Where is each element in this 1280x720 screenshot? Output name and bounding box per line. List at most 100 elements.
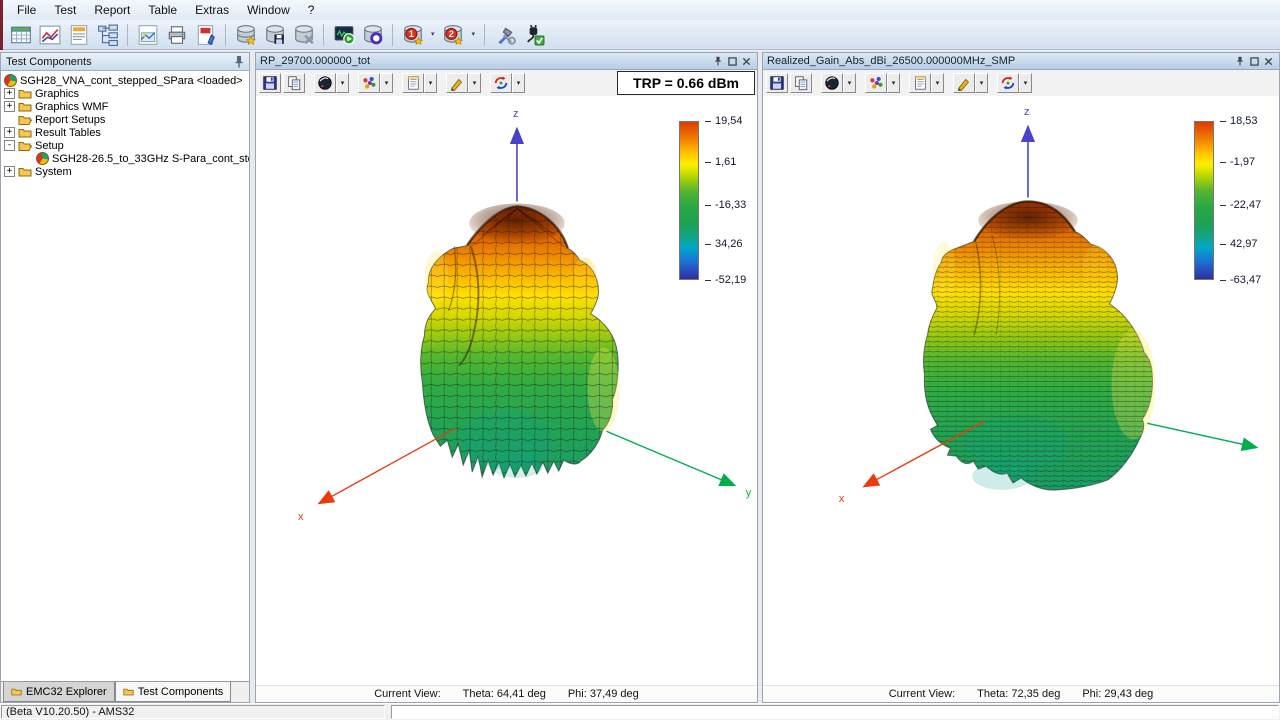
tab-emc32-explorer[interactable]: EMC32 Explorer (3, 682, 115, 702)
z-axis-label: z (1024, 106, 1029, 118)
dropdown-arrow-icon[interactable]: ▾ (1019, 73, 1032, 93)
dropdown-arrow-icon[interactable]: ▾ (468, 73, 481, 93)
save-plot-button[interactable] (766, 73, 788, 93)
db-info-button[interactable] (359, 22, 386, 48)
db-restore-2-button[interactable]: 2 (440, 22, 467, 48)
plot-canvas-rp[interactable]: x y z 19,54 1,61 -16,33 34,26 -52,19 (256, 96, 757, 686)
pin-icon[interactable] (1233, 55, 1247, 68)
colorbar-tick: 34,26 (705, 238, 743, 250)
theta-readout: Theta: 72,35 deg (977, 688, 1060, 700)
expand-icon[interactable]: + (4, 88, 15, 99)
colorbar-tick: -22,47 (1220, 199, 1261, 211)
expand-icon[interactable]: + (4, 166, 15, 177)
graph-view-button[interactable] (36, 22, 63, 48)
colorbar-tick: -16,33 (705, 199, 746, 211)
document-icon (912, 75, 928, 91)
menu-file[interactable]: File (8, 2, 45, 18)
plot-title-bar[interactable]: Realized_Gain_Abs_dBi_26500.000000MHz_SM… (763, 53, 1279, 70)
tab-test-components[interactable]: Test Components (115, 682, 232, 702)
color-settings-button[interactable] (358, 73, 380, 93)
view-3d-button[interactable] (821, 73, 843, 93)
y-axis-label: y (746, 487, 752, 499)
pin-icon[interactable] (234, 55, 244, 69)
menu-window[interactable]: Window (238, 2, 299, 18)
hierarchy-icon (97, 24, 119, 46)
copy-plot-button[interactable] (283, 73, 305, 93)
db-new-button[interactable] (232, 22, 259, 48)
pin-icon[interactable] (711, 55, 725, 68)
dropdown-arrow-icon[interactable]: ▾ (336, 73, 349, 93)
menu-extras[interactable]: Extras (186, 2, 238, 18)
rotate-icon (493, 75, 509, 91)
svg-text:2: 2 (449, 29, 454, 39)
toolbar-separator (225, 24, 226, 46)
version-status: (Beta V10.20.50) - AMS32 (1, 705, 385, 719)
menu-table[interactable]: Table (139, 2, 186, 18)
tree-item-root-test[interactable]: SGH28_VNA_cont_stepped_SPara <loaded> (1, 74, 249, 87)
tree-item-graphics[interactable]: + Graphics (1, 87, 249, 100)
maximize-icon[interactable] (725, 55, 739, 68)
dropdown-arrow-icon[interactable]: ▾ (843, 73, 856, 93)
close-icon[interactable] (1261, 55, 1275, 68)
tree-item-result-tables[interactable]: + Result Tables (1, 126, 249, 139)
tree-item-label: SGH28_VNA_cont_stepped_SPara <loaded> (20, 75, 243, 87)
table-view-button[interactable] (7, 22, 34, 48)
dropdown-arrow-icon[interactable]: ▾ (424, 73, 437, 93)
scale-rotate-button[interactable] (997, 73, 1019, 93)
graphics-view-button[interactable] (134, 22, 161, 48)
close-icon[interactable] (739, 55, 753, 68)
print-button[interactable] (163, 22, 190, 48)
folder-icon (11, 686, 22, 697)
plot-title-bar[interactable]: RP_29700.000000_tot (256, 53, 757, 70)
dropdown-arrow-icon[interactable]: ▾ (428, 22, 438, 48)
copy-plot-button[interactable] (790, 73, 812, 93)
collapse-icon[interactable]: - (4, 140, 15, 151)
report-settings-button[interactable] (909, 73, 931, 93)
tree-item-graphics-wmf[interactable]: + Graphics WMF (1, 100, 249, 113)
color-settings-button[interactable] (865, 73, 887, 93)
connect-device-button[interactable] (520, 22, 547, 48)
marker-button[interactable] (953, 73, 975, 93)
tree-view-button[interactable] (94, 22, 121, 48)
report-settings-button[interactable] (402, 73, 424, 93)
menu-help[interactable]: ? (299, 2, 324, 18)
db-delete-button[interactable] (290, 22, 317, 48)
run-measurement-button[interactable] (330, 22, 357, 48)
db-save-button[interactable] (261, 22, 288, 48)
dropdown-arrow-icon[interactable]: ▾ (469, 22, 479, 48)
tree-item-setup-child[interactable]: SGH28-26.5_to_33GHz S-Para_cont_stepped (1, 152, 249, 165)
menu-test[interactable]: Test (45, 2, 85, 18)
save-plot-button[interactable] (259, 73, 281, 93)
options-button[interactable] (491, 22, 518, 48)
db-restore-1-button[interactable]: 1 (399, 22, 426, 48)
dropdown-arrow-icon[interactable]: ▾ (512, 73, 525, 93)
marker-button[interactable] (446, 73, 468, 93)
svg-text:1: 1 (408, 29, 413, 39)
dropdown-arrow-icon[interactable]: ▾ (931, 73, 944, 93)
pdf-icon (195, 24, 217, 46)
expand-icon[interactable]: + (4, 101, 15, 112)
plot-canvas-gain[interactable]: x z 18,53 -1,97 -22,47 42,97 -63,47 (763, 96, 1279, 686)
z-axis-label: z (513, 108, 518, 120)
report-view-button[interactable] (65, 22, 92, 48)
tree-item-report-setups[interactable]: Report Setups (1, 113, 249, 126)
maximize-icon[interactable] (1247, 55, 1261, 68)
database-info-icon (362, 24, 384, 46)
tree-item-label: SGH28-26.5_to_33GHz S-Para_cont_stepped (52, 153, 249, 165)
expand-icon[interactable]: + (4, 127, 15, 138)
colorbar (1194, 121, 1214, 280)
scale-rotate-button[interactable] (490, 73, 512, 93)
dropdown-arrow-icon[interactable]: ▾ (380, 73, 393, 93)
view-3d-button[interactable] (314, 73, 336, 93)
phi-readout: Phi: 37,49 deg (568, 688, 639, 700)
plot-window-rp: RP_29700.000000_tot ▾ ▾ ▾ ▾ ▾ TRP = 0.66… (255, 52, 758, 703)
pdf-export-button[interactable] (192, 22, 219, 48)
tree-item-setup[interactable]: - Setup (1, 139, 249, 152)
floppy-icon (262, 75, 278, 91)
tree-item-system[interactable]: + System (1, 165, 249, 178)
measurement-monitor-icon (333, 24, 355, 46)
menu-report[interactable]: Report (85, 2, 139, 18)
dropdown-arrow-icon[interactable]: ▾ (975, 73, 988, 93)
toolbar-separator (392, 24, 393, 46)
dropdown-arrow-icon[interactable]: ▾ (887, 73, 900, 93)
